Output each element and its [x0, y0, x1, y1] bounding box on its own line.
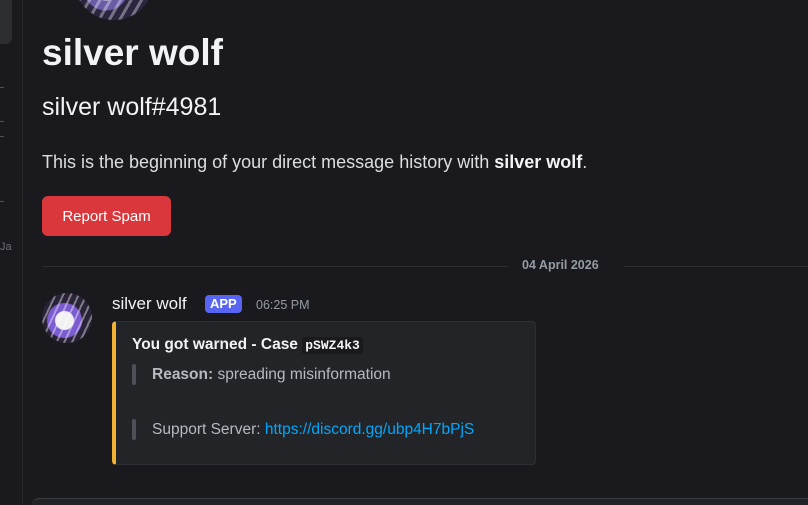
app-badge: APP [205, 295, 242, 313]
sidebar-scrollbar[interactable] [0, 0, 12, 44]
reason-value: spreading misinformation [213, 366, 390, 383]
support-label: Support Server: [152, 421, 265, 438]
reason-quote-bar [132, 364, 136, 385]
support-quote-bar [132, 419, 136, 440]
message-author-avatar[interactable] [42, 293, 92, 343]
embed-title: You got warned - Case pSWZ4k3 [132, 336, 363, 354]
message-author-name[interactable]: silver wolf [112, 294, 187, 314]
support-field: Support Server: https://discord.gg/ubp4H… [152, 421, 474, 439]
profile-username: silver wolf#4981 [42, 93, 221, 122]
report-spam-button[interactable]: Report Spam [42, 196, 171, 236]
message-timestamp: 06:25 PM [256, 298, 310, 312]
server-sidebar-edge: Ja [0, 0, 23, 504]
sidebar-divider [0, 87, 4, 88]
reason-field: Reason: spreading misinformation [152, 366, 391, 384]
profile-avatar[interactable] [74, 0, 154, 20]
support-server-link[interactable]: https://discord.gg/ubp4H7bPjS [265, 421, 474, 438]
date-divider-line-left [42, 266, 508, 267]
warning-embed: You got warned - Case pSWZ4k3 Reason: sp… [112, 321, 536, 465]
date-divider-line-right [624, 266, 808, 267]
date-divider-label: 04 April 2026 [522, 258, 599, 272]
intro-username: silver wolf [494, 152, 582, 172]
profile-display-name: silver wolf [42, 32, 223, 74]
case-id-code: pSWZ4k3 [302, 337, 363, 354]
intro-suffix: . [582, 152, 587, 172]
sidebar-divider [0, 136, 4, 137]
dm-channel: silver wolf silver wolf#4981 This is the… [22, 0, 808, 504]
embed-title-text: You got warned - Case [132, 336, 302, 353]
intro-prefix: This is the beginning of your direct mes… [42, 152, 494, 172]
sidebar-truncated-text: Ja [0, 241, 12, 253]
sidebar-divider [0, 201, 4, 202]
dm-intro-text: This is the beginning of your direct mes… [42, 152, 587, 173]
sidebar-divider [0, 121, 4, 122]
reason-label: Reason: [152, 366, 213, 383]
